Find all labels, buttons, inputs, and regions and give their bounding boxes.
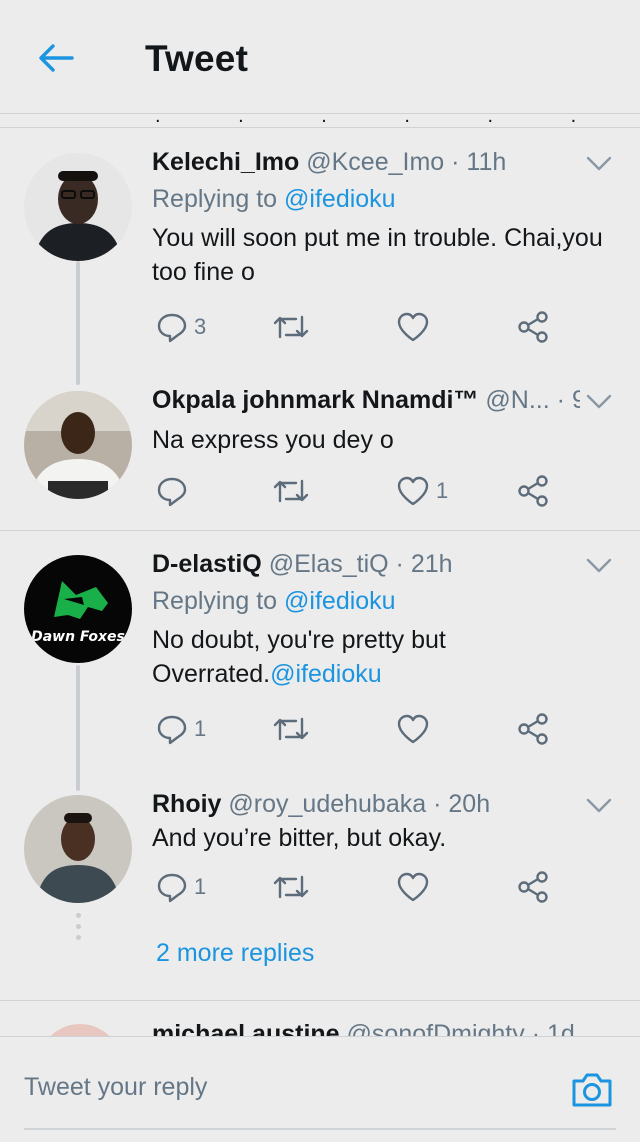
tweet-text: And you’re bitter, but okay.: [152, 824, 447, 852]
timestamp[interactable]: 9h: [572, 386, 580, 414]
reply-button[interactable]: 3: [156, 307, 206, 347]
reply-tweet[interactable]: Rhoiy @roy_udehubaka · 20h And you’re bi…: [0, 775, 640, 925]
reply-count: 1: [194, 716, 207, 741]
share-icon: [518, 475, 548, 507]
user-handle[interactable]: @roy_udehubaka: [228, 790, 426, 818]
partial-tweet[interactable]: michael austine @sonofDmighty · 1d: [0, 1000, 640, 1040]
reply-icon: [157, 477, 187, 507]
reply-button[interactable]: [156, 471, 194, 511]
like-button[interactable]: [396, 307, 436, 347]
inline-mention[interactable]: @ifedioku: [270, 660, 382, 688]
replying-to: Replying to @ifedioku: [152, 587, 396, 615]
reply-button[interactable]: 1: [156, 867, 206, 907]
user-handle[interactable]: @Kcee_Imo: [306, 148, 444, 176]
tweet-header: Kelechi_Imo @Kcee_Imo · 11h: [152, 148, 507, 176]
reply-button[interactable]: 1: [156, 709, 206, 749]
avatar-logo-text: Dawn Foxes: [31, 629, 125, 645]
avatar[interactable]: [24, 391, 132, 499]
chevron-down-icon[interactable]: [586, 393, 612, 411]
chevron-down-icon[interactable]: [586, 155, 612, 173]
retweet-icon: [273, 875, 309, 899]
retweet-button[interactable]: [272, 471, 310, 511]
reply-icon: [157, 873, 187, 903]
heart-icon: [397, 872, 429, 902]
reply-count: 1: [194, 874, 207, 899]
avatar[interactable]: [24, 153, 132, 261]
tweet-header: Rhoiy @roy_udehubaka · 20h: [152, 790, 491, 818]
tweet-text: Na express you dey o: [152, 426, 394, 454]
tweet-actions: 1: [152, 867, 572, 907]
composer-underline: [24, 1128, 616, 1130]
heart-icon: [397, 476, 429, 506]
avatar[interactable]: [24, 795, 132, 903]
avatar-photo: [24, 795, 132, 903]
tweet-actions: 1: [152, 709, 572, 749]
display-name[interactable]: D-elastiQ: [152, 550, 262, 578]
top-bar: Tweet: [0, 0, 640, 114]
like-button[interactable]: [396, 867, 436, 907]
avatar[interactable]: Dawn Foxes: [24, 555, 132, 663]
retweet-icon: [273, 479, 309, 503]
conversation-thread: Kelechi_Imo @Kcee_Imo · 11h Replying to …: [0, 129, 640, 531]
reply-icon: [157, 715, 187, 745]
retweet-button[interactable]: [272, 307, 310, 347]
like-button[interactable]: 1: [396, 471, 448, 511]
replying-to-mention[interactable]: @ifedioku: [284, 185, 396, 213]
chevron-down-icon[interactable]: [586, 797, 612, 815]
share-button[interactable]: [516, 867, 550, 907]
tweet-text: No doubt, you're pretty but Overrated.@i…: [152, 626, 446, 688]
reply-feed: Kelechi_Imo @Kcee_Imo · 11h Replying to …: [0, 129, 640, 1001]
timestamp[interactable]: 21h: [411, 550, 453, 578]
share-icon: [518, 871, 548, 903]
avatar-photo: [24, 153, 132, 261]
back-button[interactable]: [32, 36, 80, 80]
share-icon: [518, 311, 548, 343]
retweet-icon: [273, 315, 309, 339]
tweet-actions: 1: [152, 471, 572, 511]
avatar-logo: Dawn Foxes: [24, 555, 132, 663]
page-title: Tweet: [145, 38, 249, 79]
chevron-down-icon[interactable]: [586, 557, 612, 575]
share-icon: [518, 713, 548, 745]
reply-tweet[interactable]: Okpala johnmark Nnamdi™ @N... · 9h Na ex…: [0, 373, 640, 531]
tweet-actions: 3: [152, 307, 572, 347]
reply-icon: [157, 313, 187, 343]
clipped-previous-tweet: . . . . . .: [0, 114, 640, 128]
display-name[interactable]: Okpala johnmark Nnamdi™: [152, 386, 478, 414]
arrow-left-icon: [39, 44, 74, 72]
timestamp[interactable]: 20h: [448, 790, 490, 818]
timestamp[interactable]: 11h: [466, 148, 506, 176]
heart-icon: [397, 312, 429, 342]
tweet-text: You will soon put me in trouble. Chai,yo…: [152, 224, 603, 286]
share-button[interactable]: [516, 307, 550, 347]
share-button[interactable]: [516, 471, 550, 511]
tweet-header: Okpala johnmark Nnamdi™ @N... · 9h: [152, 385, 580, 415]
like-button[interactable]: [396, 709, 436, 749]
reply-tweet[interactable]: Dawn Foxes D-elastiQ @Elas_tiQ · 21h Rep…: [0, 531, 640, 775]
user-handle[interactable]: @Elas_tiQ: [269, 550, 389, 578]
tweet-header: D-elastiQ @Elas_tiQ · 21h: [152, 550, 453, 578]
display-name[interactable]: Kelechi_Imo: [152, 148, 299, 176]
like-count: 1: [436, 478, 449, 503]
display-name[interactable]: Rhoiy: [152, 790, 221, 818]
more-replies-link[interactable]: 2 more replies: [156, 939, 314, 968]
replying-to-mention[interactable]: @ifedioku: [284, 587, 396, 615]
conversation-thread: Dawn Foxes D-elastiQ @Elas_tiQ · 21h Rep…: [0, 531, 640, 1001]
retweet-icon: [273, 717, 309, 741]
avatar-photo: [24, 391, 132, 499]
camera-icon: [572, 1073, 612, 1107]
share-button[interactable]: [516, 709, 550, 749]
replying-to: Replying to @ifedioku: [152, 185, 396, 213]
reply-input[interactable]: Tweet your reply: [24, 1073, 207, 1102]
reply-tweet[interactable]: Kelechi_Imo @Kcee_Imo · 11h Replying to …: [0, 129, 640, 373]
retweet-button[interactable]: [272, 867, 310, 907]
camera-button[interactable]: [570, 1069, 614, 1109]
retweet-button[interactable]: [272, 709, 310, 749]
heart-icon: [397, 714, 429, 744]
user-handle[interactable]: @N...: [485, 386, 549, 414]
reply-composer: Tweet your reply: [0, 1036, 640, 1142]
reply-count: 3: [194, 314, 207, 339]
